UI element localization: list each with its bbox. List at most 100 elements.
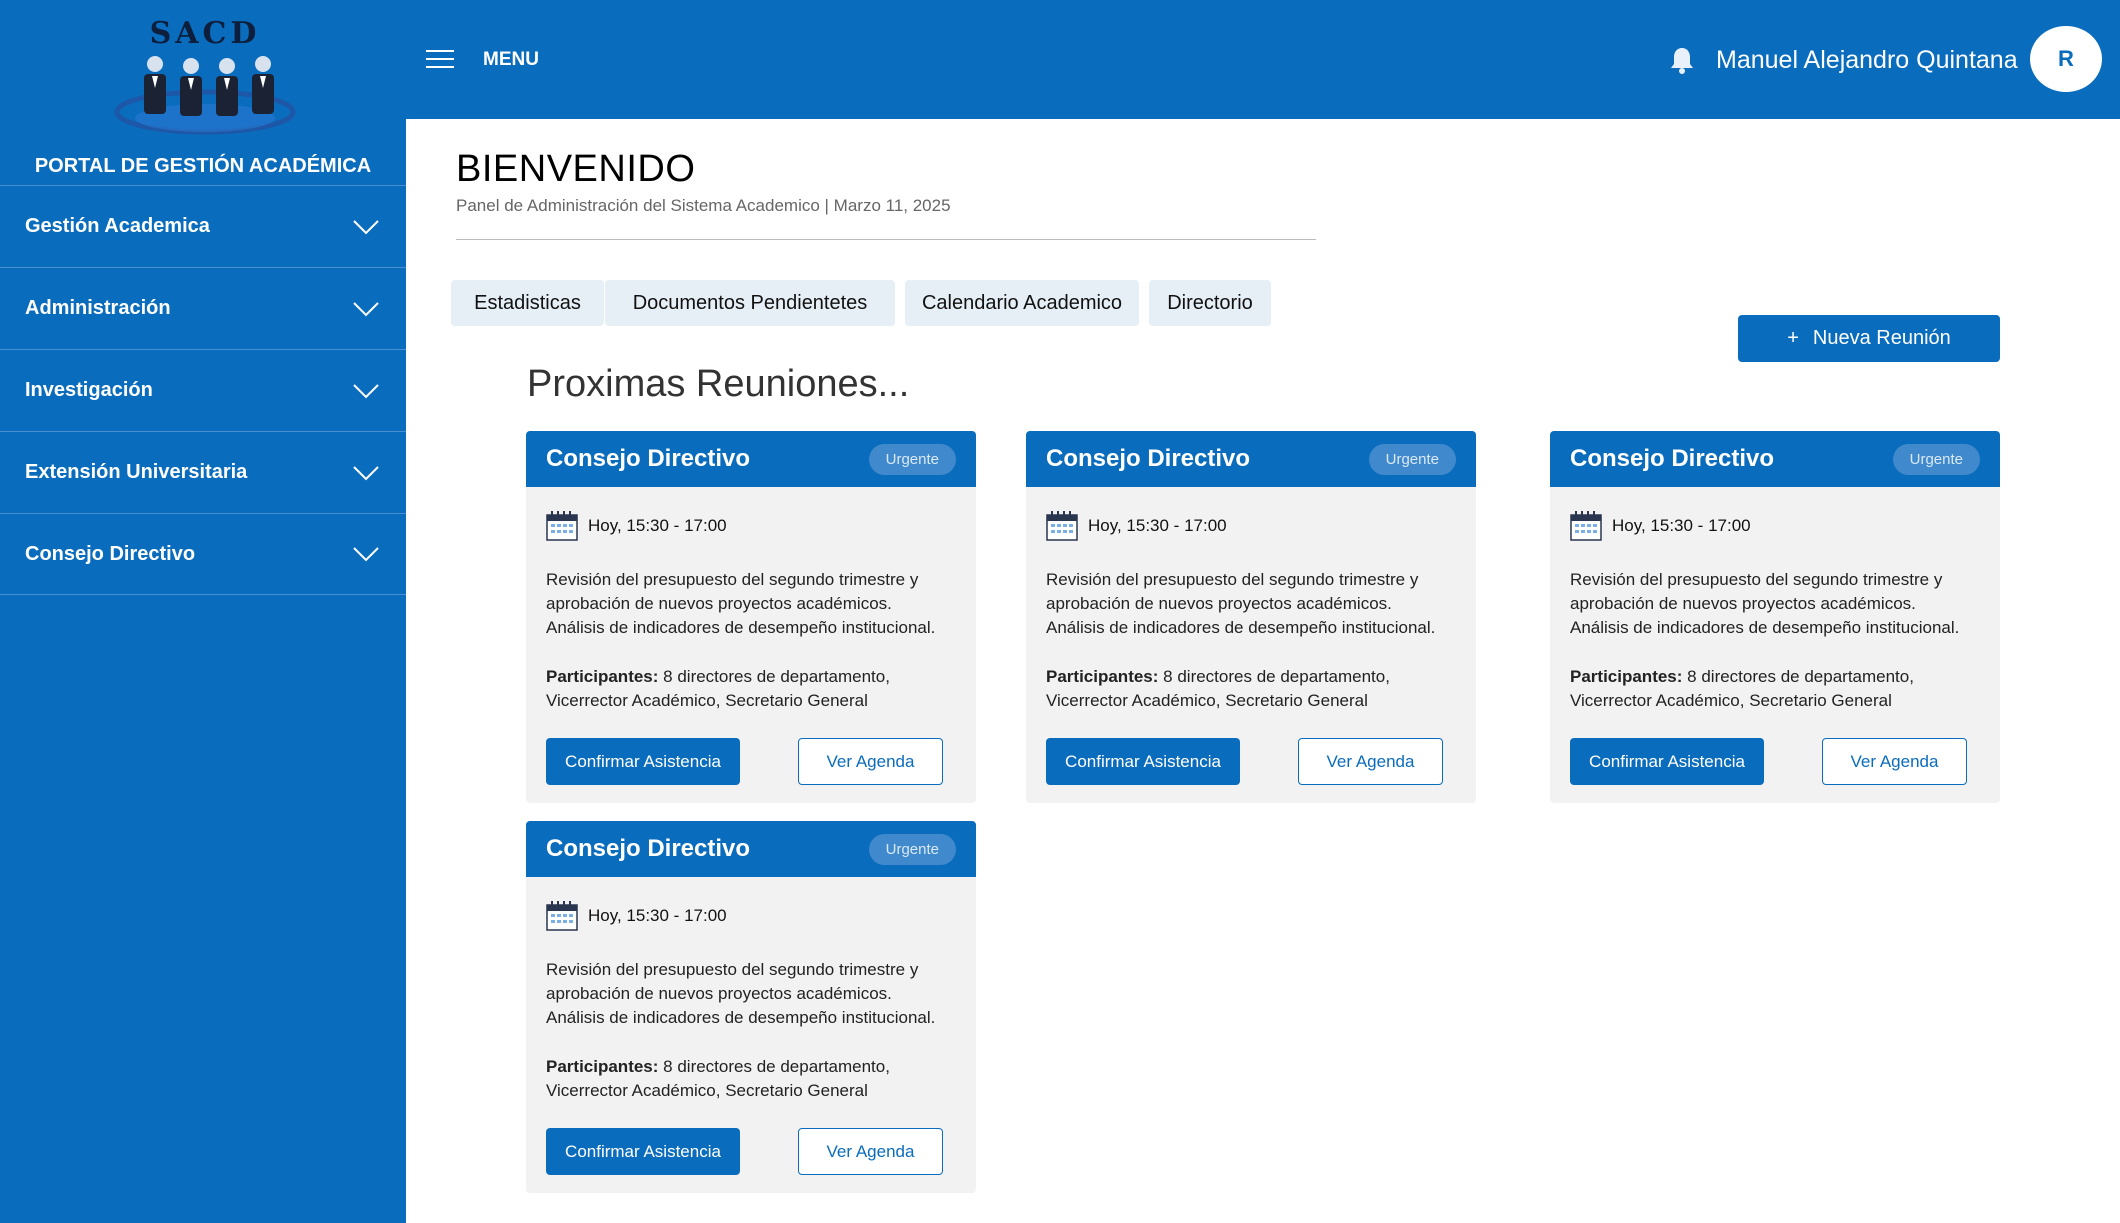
participants-label: Participantes: [1046, 667, 1159, 686]
participants-text: Vicerrector Académico, Secretario Genera… [546, 1081, 868, 1100]
new-meeting-label: Nueva Reunión [1812, 327, 1951, 349]
description-line: Revisión del presupuesto del segundo tri… [1570, 570, 1943, 589]
card-time: Hoy, 15:30 - 17:00 [546, 901, 727, 931]
description-line: aprobación de nuevos proyectos académico… [546, 984, 892, 1003]
sidebar-item-gestion-academica[interactable]: Gestión Academica [0, 185, 406, 267]
confirm-attendance-button[interactable]: Confirmar Asistencia [1570, 738, 1764, 785]
user-name[interactable]: Manuel Alejandro Quintana [1716, 46, 2018, 75]
page-title: BIENVENIDO [456, 148, 696, 190]
people-icon [114, 56, 296, 135]
meeting-time: Hoy, 15:30 - 17:00 [1088, 516, 1227, 535]
participants-label: Participantes: [546, 1057, 659, 1076]
meeting-description: Revisión del presupuesto del segundo tri… [1046, 568, 1466, 640]
description-line: aprobación de nuevos proyectos académico… [1046, 594, 1392, 613]
sacd-logo: SACD [110, 16, 300, 136]
meeting-description: Revisión del presupuesto del segundo tri… [546, 568, 966, 640]
confirm-attendance-button[interactable]: Confirmar Asistencia [546, 738, 740, 785]
meeting-participants: Participantes: 8 directores de departame… [1570, 665, 1990, 713]
description-line: Revisión del presupuesto del segundo tri… [546, 570, 919, 589]
participants-text: 8 directores de departamento, [1158, 667, 1390, 686]
sidebar-item-label: Investigación [25, 379, 153, 401]
participants-text: Vicerrector Académico, Secretario Genera… [1570, 691, 1892, 710]
card-time: Hoy, 15:30 - 17:00 [1046, 511, 1227, 541]
plus-icon: + [1787, 327, 1799, 349]
tab-estadisticas[interactable]: Estadisticas [451, 280, 604, 326]
page-subtitle: Panel de Administración del Sistema Acad… [456, 196, 951, 215]
card-title: Consejo Directivo [1570, 445, 1775, 472]
card-title: Consejo Directivo [546, 445, 751, 472]
card-title: Consejo Directivo [546, 835, 751, 862]
hamburger-icon[interactable] [426, 50, 454, 70]
sidebar-nav: Gestión Academica Administración Investi… [0, 185, 406, 595]
tab-directorio[interactable]: Directorio [1149, 280, 1271, 326]
description-line: Revisión del presupuesto del segundo tri… [1046, 570, 1419, 589]
status-badge: Urgente [868, 443, 956, 475]
participants-text: 8 directores de departamento, [658, 667, 890, 686]
participants-text: 8 directores de departamento, [1682, 667, 1914, 686]
view-agenda-button[interactable]: Ver Agenda [798, 1128, 943, 1175]
description-line: Análisis de indicadores de desempeño ins… [1046, 618, 1436, 637]
card-header: Consejo Directivo Urgente [526, 431, 976, 487]
calendar-icon [1570, 511, 1602, 541]
participants-text: 8 directores de departamento, [658, 1057, 890, 1076]
sidebar-item-administracion[interactable]: Administración [0, 267, 406, 349]
tab-documentos-pendientes[interactable]: Documentos Pendientetes [605, 280, 895, 326]
card-time: Hoy, 15:30 - 17:00 [546, 511, 727, 541]
sidebar-item-label: Consejo Directivo [25, 542, 196, 565]
bell-icon[interactable] [1670, 46, 1694, 74]
sidebar-item-label: Administración [25, 297, 171, 319]
section-title: Proximas Reuniones... [527, 363, 910, 405]
meeting-card: Consejo Directivo Urgente Hoy, 15:30 - 1… [526, 821, 976, 1193]
sidebar: SACD PORTAL DE GESTIÓN ACADÉMICA Gestión… [0, 0, 406, 1223]
calendar-icon [1046, 511, 1078, 541]
description-line: aprobación de nuevos proyectos académico… [1570, 594, 1916, 613]
participants-label: Participantes: [1570, 667, 1683, 686]
logo-text: SACD [149, 16, 261, 51]
meeting-card: Consejo Directivo Urgente Hoy, 15:30 - 1… [526, 431, 976, 803]
card-time: Hoy, 15:30 - 17:00 [1570, 511, 1751, 541]
card-header: Consejo Directivo Urgente [526, 821, 976, 877]
meeting-card: Consejo Directivo Urgente Hoy, 15:30 - 1… [1550, 431, 2000, 803]
participants-label: Participantes: [546, 667, 659, 686]
meeting-participants: Participantes: 8 directores de departame… [546, 665, 966, 713]
menu-label[interactable]: MENU [483, 49, 539, 71]
sidebar-item-extension-universitaria[interactable]: Extensión Universitaria [0, 431, 406, 513]
view-agenda-button[interactable]: Ver Agenda [1822, 738, 1967, 785]
chevron-down-icon [353, 547, 379, 562]
meeting-time: Hoy, 15:30 - 17:00 [588, 516, 727, 535]
chevron-down-icon [353, 465, 379, 480]
top-bar: MENU Manuel Alejandro Quintana R [406, 0, 2120, 119]
meeting-card: Consejo Directivo Urgente Hoy, 15:30 - 1… [1026, 431, 1476, 803]
participants-text: Vicerrector Académico, Secretario Genera… [1046, 691, 1368, 710]
meeting-description: Revisión del presupuesto del segundo tri… [546, 958, 966, 1030]
meeting-participants: Participantes: 8 directores de departame… [546, 1055, 966, 1103]
new-meeting-button[interactable]: + Nueva Reunión [1738, 315, 2000, 362]
title-divider [456, 239, 1316, 240]
tab-calendario-academico[interactable]: Calendario Academico [905, 280, 1139, 326]
sidebar-item-label: Extensión Universitaria [25, 461, 248, 483]
meeting-participants: Participantes: 8 directores de departame… [1046, 665, 1466, 713]
card-title: Consejo Directivo [1046, 445, 1251, 472]
avatar[interactable]: R [2030, 26, 2102, 92]
view-agenda-button[interactable]: Ver Agenda [798, 738, 943, 785]
chevron-down-icon [353, 301, 379, 316]
meeting-description: Revisión del presupuesto del segundo tri… [1570, 568, 1990, 640]
status-badge: Urgente [868, 833, 956, 865]
meeting-time: Hoy, 15:30 - 17:00 [1612, 516, 1751, 535]
confirm-attendance-button[interactable]: Confirmar Asistencia [546, 1128, 740, 1175]
card-header: Consejo Directivo Urgente [1026, 431, 1476, 487]
participants-text: Vicerrector Académico, Secretario Genera… [546, 691, 868, 710]
card-header: Consejo Directivo Urgente [1550, 431, 2000, 487]
status-badge: Urgente [1892, 443, 1980, 475]
sidebar-item-investigacion[interactable]: Investigación [0, 349, 406, 431]
confirm-attendance-button[interactable]: Confirmar Asistencia [1046, 738, 1240, 785]
description-line: Revisión del presupuesto del segundo tri… [546, 960, 919, 979]
view-agenda-button[interactable]: Ver Agenda [1298, 738, 1443, 785]
description-line: Análisis de indicadores de desempeño ins… [546, 1008, 936, 1027]
chevron-down-icon [353, 383, 379, 398]
description-line: aprobación de nuevos proyectos académico… [546, 594, 892, 613]
calendar-icon [546, 901, 578, 931]
sidebar-item-label: Gestión Academica [25, 215, 210, 237]
status-badge: Urgente [1368, 443, 1456, 475]
sidebar-item-consejo-directivo[interactable]: Consejo Directivo [0, 513, 406, 595]
